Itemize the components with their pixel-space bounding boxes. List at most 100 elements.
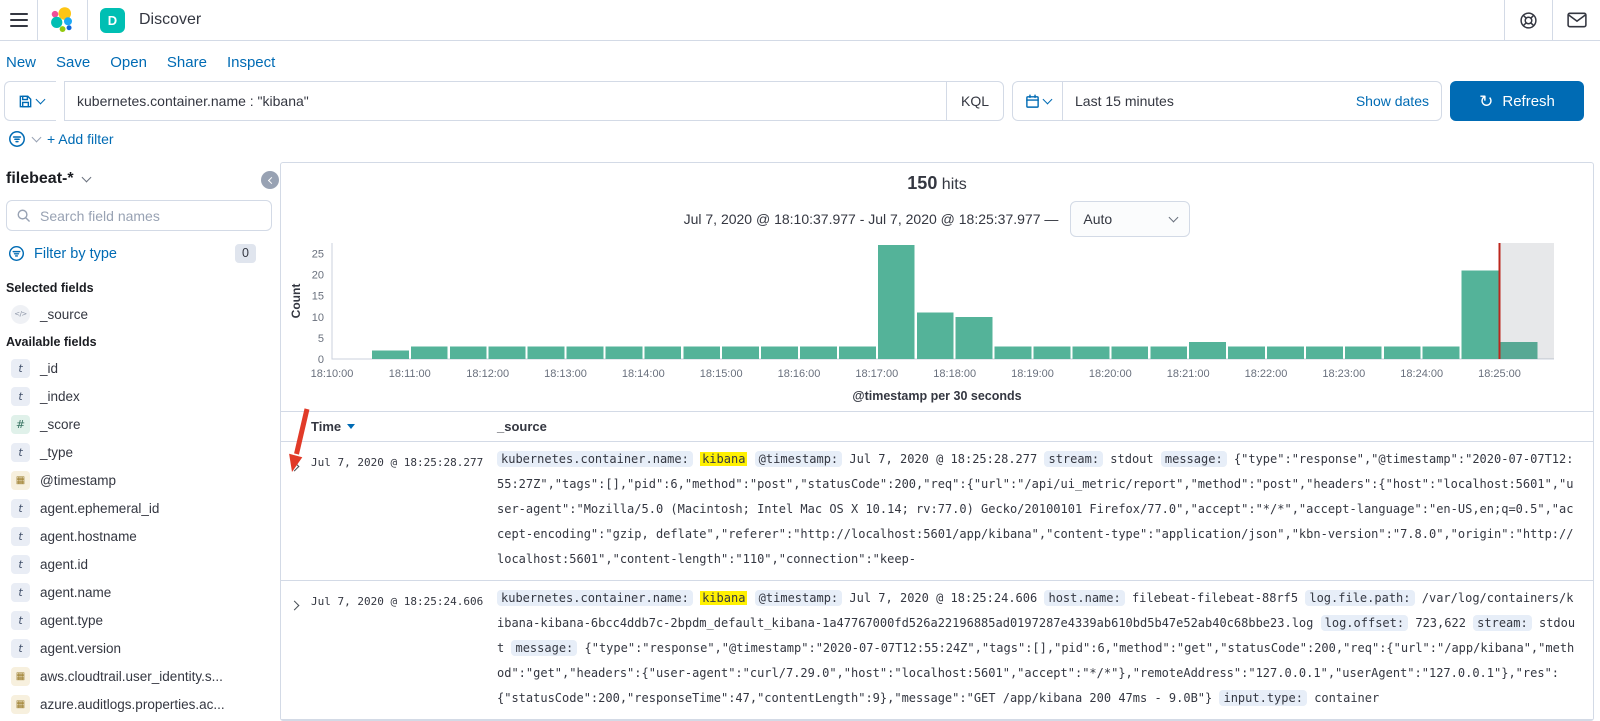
nav-save[interactable]: Save: [56, 54, 90, 71]
histogram-range-line: Jul 7, 2020 @ 18:10:37.977 - Jul 7, 2020…: [281, 201, 1593, 237]
menu-button[interactable]: [0, 0, 38, 40]
histogram-bar[interactable]: [761, 346, 798, 359]
field-item[interactable]: t agent.version: [6, 634, 272, 662]
search-field-names-input[interactable]: [38, 206, 262, 225]
doc-table: Time _source Jul 7, 2020 @ 18:25:28.277 k…: [281, 408, 1593, 720]
source-field-type-icon: </>: [11, 304, 30, 324]
field-item[interactable]: ▦ @timestamp: [6, 466, 272, 494]
help-button[interactable]: [1504, 0, 1552, 40]
histogram-bar[interactable]: [1422, 346, 1460, 359]
svg-text:18:17:00: 18:17:00: [855, 368, 898, 380]
histogram-bar[interactable]: [605, 346, 643, 359]
histogram-bar[interactable]: [955, 316, 993, 359]
histogram-bar[interactable]: [1033, 346, 1071, 359]
add-filter-button[interactable]: + Add filter: [47, 131, 114, 147]
nav-open[interactable]: Open: [110, 54, 147, 71]
query-language-button[interactable]: KQL: [945, 82, 1003, 120]
field-item[interactable]: </> _source: [6, 300, 272, 328]
histogram-bar[interactable]: [916, 312, 954, 359]
histogram-bar[interactable]: [1150, 346, 1188, 359]
histogram-bar[interactable]: [1228, 346, 1265, 359]
field-name-badge[interactable]: kubernetes.container.name:: [497, 451, 693, 467]
field-item[interactable]: t _index: [6, 382, 272, 410]
histogram-bar[interactable]: [1461, 270, 1499, 359]
histogram-bar[interactable]: [994, 346, 1032, 359]
chevron-down-icon: [1168, 212, 1179, 223]
show-dates-button[interactable]: Show dates: [1356, 93, 1441, 109]
field-item[interactable]: t agent.hostname: [6, 522, 272, 550]
histogram-bar[interactable]: [1344, 346, 1382, 359]
field-name: agent.type: [40, 612, 104, 628]
field-item[interactable]: ▦ aws.cloudtrail.user_identity.s...: [6, 662, 272, 690]
field-item[interactable]: # _score: [6, 410, 272, 438]
histogram-bar[interactable]: [566, 346, 604, 359]
time-column-header[interactable]: Time: [311, 419, 497, 434]
field-item[interactable]: t agent.id: [6, 550, 272, 578]
histogram-bar[interactable]: [722, 346, 760, 359]
field-name-badge[interactable]: kubernetes.container.name:: [497, 590, 693, 606]
discover-app-icon[interactable]: D: [100, 7, 125, 33]
field-item[interactable]: t agent.name: [6, 578, 272, 606]
source-text: container: [1314, 691, 1380, 705]
doc-source: kubernetes.container.name: kibana @times…: [497, 447, 1593, 572]
interval-select[interactable]: Auto: [1070, 201, 1191, 237]
field-name-badge[interactable]: log.file.path:: [1305, 590, 1415, 606]
hits-label: hits: [941, 176, 967, 193]
histogram-bar[interactable]: [488, 346, 526, 359]
histogram-bar[interactable]: [800, 346, 837, 359]
collapse-sidebar-button[interactable]: [261, 171, 279, 189]
notifications-button[interactable]: [1552, 0, 1600, 40]
histogram-bar[interactable]: [449, 346, 487, 359]
saved-queries-button[interactable]: [4, 81, 56, 121]
histogram-bar[interactable]: [877, 245, 915, 359]
nav-inspect[interactable]: Inspect: [227, 54, 275, 71]
field-name: azure.auditlogs.properties.ac...: [40, 696, 225, 712]
expand-row-button[interactable]: [281, 586, 311, 711]
field-name-badge[interactable]: message:: [511, 640, 578, 656]
time-range-value[interactable]: Last 15 minutes: [1063, 93, 1174, 109]
refresh-button[interactable]: ↻ Refresh: [1450, 81, 1584, 121]
field-name: @timestamp: [40, 472, 116, 488]
histogram-chart[interactable]: 0 5 10 15 20 25 Count 18:10:00 18:11:00 18:12:00 1…: [285, 239, 1593, 389]
histogram-bar[interactable]: [371, 350, 409, 359]
index-pattern-switcher[interactable]: filebeat-*: [6, 166, 272, 200]
histogram-bar[interactable]: [527, 346, 565, 359]
string-field-type-icon: t: [11, 498, 30, 518]
histogram-bar[interactable]: [410, 346, 448, 359]
field-item[interactable]: t _id: [6, 354, 272, 382]
field-name-badge[interactable]: stream:: [1044, 451, 1104, 467]
nav-share[interactable]: Share: [167, 54, 207, 71]
svg-text:15: 15: [312, 291, 324, 303]
histogram-bar[interactable]: [644, 346, 682, 359]
quick-select-time-button[interactable]: [1013, 82, 1063, 120]
histogram-bar[interactable]: [1383, 346, 1421, 359]
doc-time: Jul 7, 2020 @ 18:25:28.277: [311, 456, 484, 469]
field-name-badge[interactable]: host.name:: [1044, 590, 1125, 606]
field-name-badge[interactable]: input.type:: [1219, 690, 1307, 706]
field-name-badge[interactable]: @timestamp:: [754, 451, 843, 467]
field-item[interactable]: ▦ azure.auditlogs.properties.ac...: [6, 690, 272, 718]
histogram-bar[interactable]: [683, 346, 721, 359]
field-item[interactable]: t _type: [6, 438, 272, 466]
filter-by-type-button[interactable]: Filter by type 0: [6, 231, 272, 274]
field-item[interactable]: t agent.type: [6, 606, 272, 634]
field-name-badge[interactable]: message:: [1160, 451, 1227, 467]
histogram-bar[interactable]: [1111, 346, 1149, 359]
field-name-badge[interactable]: log.offset:: [1320, 615, 1409, 631]
query-input[interactable]: [65, 93, 946, 109]
field-name-badge[interactable]: stream:: [1473, 615, 1532, 631]
histogram-bar[interactable]: [1305, 346, 1343, 359]
histogram-bar[interactable]: [1267, 346, 1304, 359]
field-item[interactable]: t agent.ephemeral_id: [6, 494, 272, 522]
field-name-badge[interactable]: @timestamp:: [754, 590, 843, 606]
svg-text:10: 10: [312, 312, 324, 324]
histogram-bar[interactable]: [838, 346, 876, 359]
histogram-bar[interactable]: [1072, 346, 1110, 359]
query-bar: KQL Last 15 minutes Show dates ↻ Refresh: [0, 81, 1600, 121]
expand-row-button[interactable]: [281, 447, 311, 572]
histogram-bar[interactable]: [1189, 342, 1227, 359]
sort-desc-icon: [347, 424, 356, 429]
filter-icon[interactable]: [8, 130, 26, 148]
nav-new[interactable]: New: [6, 54, 36, 71]
home-button[interactable]: [38, 0, 88, 40]
